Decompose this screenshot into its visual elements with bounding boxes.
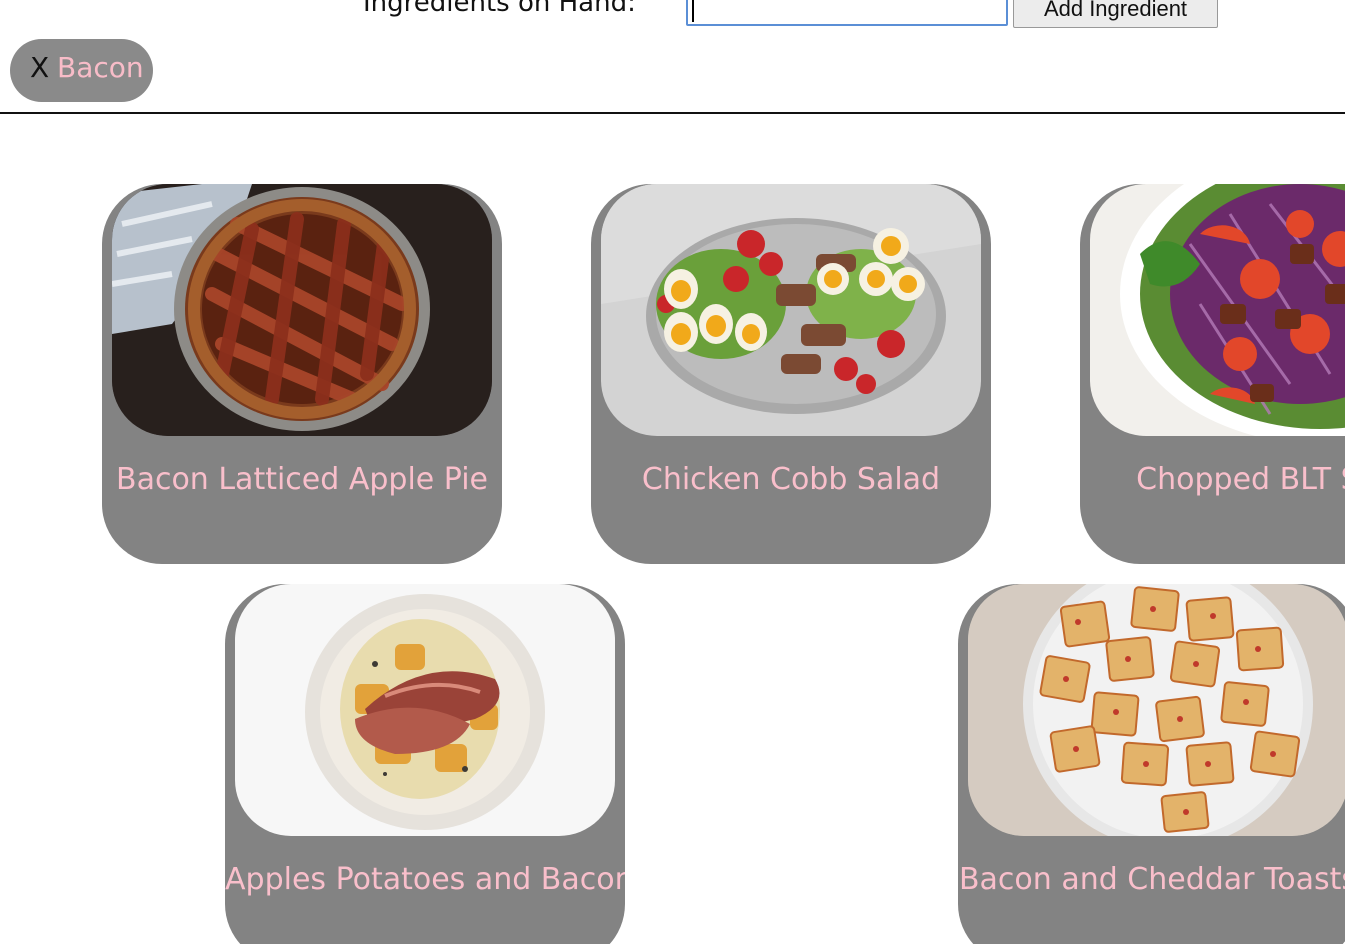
bacon-cheddar-toasts-photo xyxy=(968,584,1345,836)
text-caret xyxy=(692,0,694,22)
bacon-lattice-apple-pie-photo xyxy=(112,184,492,436)
recipe-photo xyxy=(1090,184,1345,436)
ingredient-input[interactable] xyxy=(686,0,1008,26)
recipe-title: Bacon and Cheddar Toasts xyxy=(958,862,1345,897)
recipe-card[interactable]: Apples Potatoes and Bacon xyxy=(225,584,625,944)
apples-potatoes-bacon-photo xyxy=(235,584,615,836)
recipe-card[interactable]: Bacon and Cheddar Toasts xyxy=(958,584,1345,944)
recipe-card[interactable]: Chopped BLT Salad xyxy=(1080,184,1345,564)
recipe-photo xyxy=(601,184,981,436)
remove-tag-button[interactable]: X xyxy=(30,54,49,82)
ingredients-label: Ingredients on Hand: xyxy=(363,0,636,18)
recipe-card[interactable]: Chicken Cobb Salad xyxy=(591,184,991,564)
recipe-photo xyxy=(112,184,492,436)
recipe-photo xyxy=(235,584,615,836)
recipe-title: Bacon Latticed Apple Pie xyxy=(115,462,488,497)
recipe-card[interactable]: Bacon Latticed Apple Pie xyxy=(102,184,502,564)
divider xyxy=(0,112,1345,114)
tag-label: Bacon xyxy=(57,51,144,84)
page: Ingredients on Hand: Add Ingredient X Ba… xyxy=(0,0,1345,944)
recipe-title: Apples Potatoes and Bacon xyxy=(225,862,625,897)
chicken-cobb-salad-photo xyxy=(601,184,981,436)
recipe-title: Chopped BLT Salad xyxy=(1136,462,1345,497)
recipe-title: Chicken Cobb Salad xyxy=(641,462,941,497)
chopped-blt-salad-photo xyxy=(1090,184,1345,436)
add-ingredient-button[interactable]: Add Ingredient xyxy=(1013,0,1218,28)
recipe-photo xyxy=(968,584,1345,836)
ingredient-tag-bacon: X Bacon xyxy=(10,39,153,102)
